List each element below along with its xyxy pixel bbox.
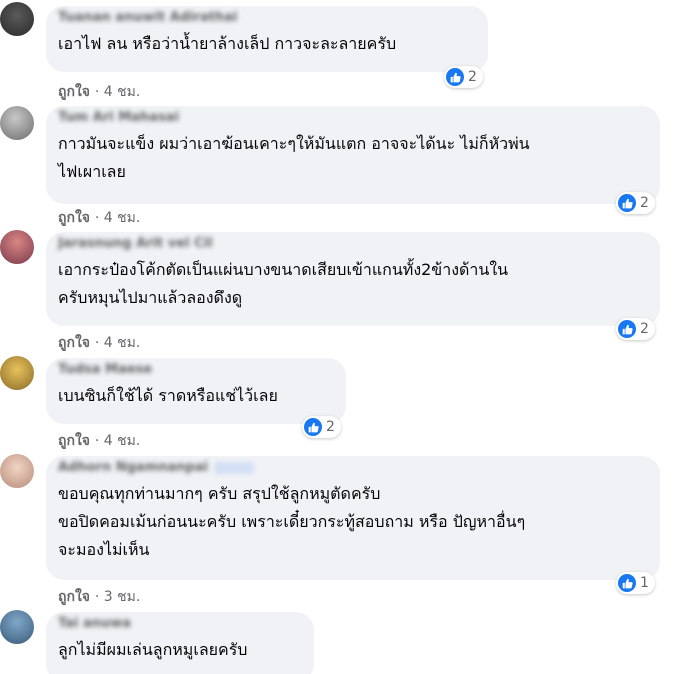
author-label-badge (214, 461, 255, 474)
comment-bubble: Jarasnung Arit vel Cil เอากระป๋องโค้กตัด… (46, 232, 660, 326)
separator: · (94, 589, 104, 605)
separator: · (94, 84, 104, 100)
separator: · (94, 210, 104, 226)
comment-text: กาวมันจะแข็ง ผมว่าเอาฆ้อนเคาะๆให้มันแตก … (58, 134, 530, 181)
timestamp[interactable]: 4 ชม. (104, 433, 141, 449)
reaction-badge[interactable]: 1 (616, 572, 655, 594)
comment-meta: ถูกใจ · 3 ชม. (58, 586, 140, 608)
comment-meta: ถูกใจ · 4 ชม. (58, 81, 140, 103)
comment-text: เอาไฟ ลน หรือว่าน้ำยาล้างเล็ป กาวจะละลาย… (58, 34, 397, 53)
avatar[interactable] (0, 230, 34, 264)
reaction-badge[interactable]: 2 (302, 416, 341, 438)
timestamp[interactable]: 4 ชม. (104, 210, 141, 226)
comment-bubble: Tudsa Maese เบนซินก็ใช้ได้ ราดหรือแช่ไว้… (46, 358, 346, 424)
comment-meta: ถูกใจ · 4 ชม. (58, 207, 140, 229)
avatar[interactable] (0, 610, 34, 644)
comment-author[interactable]: Tudsa Maese (58, 362, 334, 378)
avatar[interactable] (0, 454, 34, 488)
thumbs-up-icon (618, 574, 636, 592)
like-link[interactable]: ถูกใจ (58, 433, 90, 449)
comment-author[interactable]: Tuanan anuwit Adirathai (58, 10, 476, 26)
avatar[interactable] (0, 106, 34, 140)
comment-bubble: Adhorn Ngamnanpai ขอบคุณทุกท่านมากๆ ครับ… (46, 456, 660, 580)
thumbs-up-icon (618, 194, 636, 212)
comment-author[interactable]: Tum Ari Mahasai (58, 110, 648, 126)
avatar[interactable] (0, 356, 34, 390)
comment-author[interactable]: Tai anuwa (58, 616, 302, 632)
reaction-count: 2 (640, 195, 649, 211)
comment-text: เอากระป๋องโค้กตัดเป็นแผ่นบางขนาดเสียบเข้… (58, 260, 509, 307)
separator: · (94, 433, 104, 449)
like-link[interactable]: ถูกใจ (58, 335, 90, 351)
reaction-badge[interactable]: 2 (616, 318, 655, 340)
comment-text: ขอบคุณทุกท่านมากๆ ครับ สรุปใช้ลูกหมูตัดค… (58, 484, 526, 559)
reaction-count: 2 (640, 321, 649, 337)
comment-meta: ถูกใจ · 4 ชม. (58, 430, 140, 452)
reaction-count: 1 (640, 575, 649, 591)
comment-bubble: Tum Ari Mahasai กาวมันจะแข็ง ผมว่าเอาฆ้อ… (46, 106, 660, 204)
comment-author[interactable]: Jarasnung Arit vel Cil (58, 236, 648, 252)
timestamp[interactable]: 3 ชม. (104, 589, 141, 605)
reaction-badge[interactable]: 2 (616, 192, 655, 214)
avatar[interactable] (0, 2, 34, 36)
comment-bubble: Tai anuwa ลูกไม่มีผมเล่นลูกหมูเลยครับ (46, 612, 314, 674)
timestamp[interactable]: 4 ชม. (104, 84, 141, 100)
reaction-count: 2 (468, 69, 477, 85)
thumbs-up-icon (618, 320, 636, 338)
comment-meta: ถูกใจ · 4 ชม. (58, 332, 140, 354)
thumbs-up-icon (304, 418, 322, 436)
thumbs-up-icon (446, 68, 464, 86)
comment-author[interactable]: Adhorn Ngamnanpai (58, 460, 648, 476)
timestamp[interactable]: 4 ชม. (104, 335, 141, 351)
comment-text: ลูกไม่มีผมเล่นลูกหมูเลยครับ (58, 640, 248, 659)
comment-text: เบนซินก็ใช้ได้ ราดหรือแช่ไว้เลย (58, 386, 278, 405)
reaction-count: 2 (326, 419, 335, 435)
like-link[interactable]: ถูกใจ (58, 210, 90, 226)
separator: · (94, 335, 104, 351)
like-link[interactable]: ถูกใจ (58, 589, 90, 605)
reaction-badge[interactable]: 2 (444, 66, 483, 88)
like-link[interactable]: ถูกใจ (58, 84, 90, 100)
comment-bubble: Tuanan anuwit Adirathai เอาไฟ ลน หรือว่า… (46, 6, 488, 72)
